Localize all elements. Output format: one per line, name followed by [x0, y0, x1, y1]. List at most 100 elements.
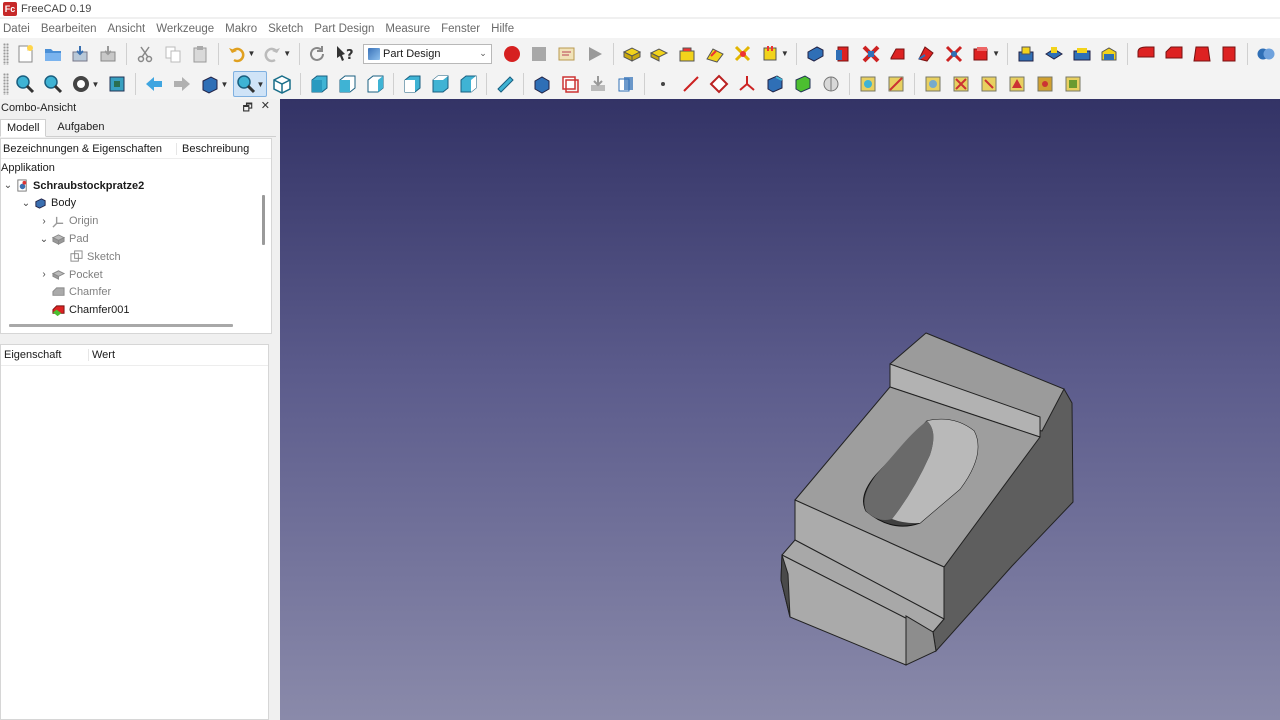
- measure-linear-icon[interactable]: [1060, 71, 1086, 97]
- left-view-icon[interactable]: [455, 71, 481, 97]
- save-icon[interactable]: [67, 41, 93, 67]
- menu-fenster[interactable]: Fenster: [440, 23, 486, 35]
- fillet-icon[interactable]: [1133, 41, 1159, 67]
- macro-stop-icon[interactable]: [527, 41, 553, 67]
- tree-item-origin[interactable]: › Origin: [1, 212, 271, 230]
- chevron-down-icon[interactable]: ▼: [257, 80, 265, 89]
- toolbar-grip[interactable]: [3, 42, 9, 65]
- chevron-down-icon[interactable]: ⌄: [1, 180, 15, 191]
- sketch-create-icon[interactable]: [619, 41, 645, 67]
- measure-distance-icon[interactable]: [492, 71, 518, 97]
- pipe-icon[interactable]: [913, 41, 939, 67]
- measure-angular-icon[interactable]: [883, 71, 909, 97]
- float-panel-icon[interactable]: 🗗: [242, 99, 252, 118]
- tab-aufgaben[interactable]: Aufgaben: [50, 118, 111, 136]
- menu-makro[interactable]: Makro: [224, 23, 263, 35]
- redo-icon[interactable]: ▼: [260, 41, 294, 67]
- datum-point-icon[interactable]: [650, 71, 676, 97]
- property-view[interactable]: Eigenschaft Wert: [0, 344, 269, 720]
- tree-item-pad[interactable]: ⌄ Pad: [1, 230, 271, 248]
- boolean-icon[interactable]: [1253, 41, 1279, 67]
- chevron-right-icon[interactable]: ›: [37, 216, 51, 227]
- sketch-map-icon[interactable]: [730, 41, 756, 67]
- pocket-icon[interactable]: [1013, 41, 1039, 67]
- menu-part-design[interactable]: Part Design: [313, 23, 380, 35]
- menu-bearbeiten[interactable]: Bearbeiten: [40, 23, 103, 35]
- nav-back-icon[interactable]: [141, 71, 167, 97]
- bounding-box-icon[interactable]: [104, 71, 130, 97]
- measure-toggle-3d-icon[interactable]: [976, 71, 1002, 97]
- tree-item-pocket[interactable]: › Pocket: [1, 266, 271, 284]
- datum-plane-icon[interactable]: [706, 71, 732, 97]
- whats-this-icon[interactable]: ?: [332, 41, 358, 67]
- check-geometry-icon[interactable]: [855, 71, 881, 97]
- close-panel-icon[interactable]: ✕: [261, 99, 270, 118]
- chevron-down-icon[interactable]: ▼: [248, 49, 256, 58]
- sketch-attach-icon[interactable]: [674, 41, 700, 67]
- fit-all-icon[interactable]: [12, 71, 38, 97]
- clone-icon[interactable]: [557, 71, 583, 97]
- sketch-plane-icon[interactable]: ▼: [758, 41, 792, 67]
- hole-icon[interactable]: [1041, 41, 1067, 67]
- cut-icon[interactable]: [132, 41, 158, 67]
- refresh-icon[interactable]: [304, 41, 330, 67]
- mirrored-icon[interactable]: [818, 71, 844, 97]
- macro-record-icon[interactable]: [499, 41, 525, 67]
- chevron-right-icon[interactable]: ›: [37, 269, 51, 280]
- measure-clear-icon[interactable]: [948, 71, 974, 97]
- chevron-down-icon[interactable]: ▼: [283, 49, 291, 58]
- chevron-down-icon[interactable]: ▼: [781, 49, 789, 58]
- toolbar-grip[interactable]: [3, 73, 9, 95]
- subtractive-loft-icon[interactable]: [1097, 41, 1123, 67]
- isometric-view-icon[interactable]: [269, 71, 295, 97]
- draw-style-icon[interactable]: ▼: [68, 71, 102, 97]
- measure-refresh-icon[interactable]: [920, 71, 946, 97]
- tree-column-description[interactable]: Beschreibung: [177, 143, 249, 155]
- tree-item-document[interactable]: ⌄ Schraubstockpratze2: [1, 177, 271, 195]
- property-column-name[interactable]: Eigenschaft: [1, 349, 89, 361]
- chevron-down-icon[interactable]: ⌄: [37, 234, 51, 245]
- sketch-edit-icon[interactable]: [647, 41, 673, 67]
- tree-column-labels[interactable]: Bezeichnungen & Eigenschaften: [1, 142, 177, 155]
- revolution-icon[interactable]: [858, 41, 884, 67]
- loft-icon[interactable]: [885, 41, 911, 67]
- chamfer-icon[interactable]: [1161, 41, 1187, 67]
- additive-primitive-icon[interactable]: ▼: [969, 41, 1003, 67]
- copy-icon[interactable]: [160, 41, 186, 67]
- measure-toggle-delta-icon[interactable]: [1004, 71, 1030, 97]
- front-view-icon[interactable]: [306, 71, 332, 97]
- menu-measure[interactable]: Measure: [384, 23, 436, 35]
- macro-edit-icon[interactable]: [554, 41, 580, 67]
- sub-shape-binder-icon[interactable]: [762, 71, 788, 97]
- menu-werkzeuge[interactable]: Werkzeuge: [155, 23, 220, 35]
- datum-line-icon[interactable]: [678, 71, 704, 97]
- part-compound-icon[interactable]: [613, 71, 639, 97]
- std-views-icon[interactable]: ▼: [197, 71, 231, 97]
- menu-ansicht[interactable]: Ansicht: [106, 23, 151, 35]
- tree-item-sketch[interactable]: Sketch: [1, 248, 271, 266]
- new-document-icon[interactable]: [12, 41, 38, 67]
- shape-binder-icon[interactable]: [529, 71, 555, 97]
- tree-horizontal-scrollbar[interactable]: [9, 324, 233, 327]
- paste-icon[interactable]: [187, 41, 213, 67]
- tree-item-body[interactable]: ⌄ Body: [1, 195, 271, 213]
- tree-vertical-scrollbar[interactable]: [262, 195, 265, 245]
- nav-forward-icon[interactable]: [169, 71, 195, 97]
- helix-icon[interactable]: [941, 41, 967, 67]
- undo-icon[interactable]: ▼: [224, 41, 258, 67]
- thickness-icon[interactable]: [1217, 41, 1243, 67]
- menu-sketch[interactable]: Sketch: [267, 23, 309, 35]
- sketch-validate-icon[interactable]: [702, 41, 728, 67]
- model-tree[interactable]: Bezeichnungen & Eigenschaften Beschreibu…: [0, 138, 272, 334]
- 3d-viewport[interactable]: [280, 99, 1280, 720]
- measure-toggle-all-icon[interactable]: [1032, 71, 1058, 97]
- open-folder-icon[interactable]: [40, 41, 66, 67]
- tree-item-chamfer001[interactable]: Chamfer001: [1, 301, 271, 319]
- fit-selection-icon[interactable]: [40, 71, 66, 97]
- tree-item-chamfer[interactable]: Chamfer: [1, 284, 271, 302]
- menu-datei[interactable]: Datei: [2, 23, 36, 35]
- menu-hilfe[interactable]: Hilfe: [490, 23, 520, 35]
- chevron-down-icon[interactable]: ▼: [221, 80, 229, 89]
- bottom-view-icon[interactable]: [427, 71, 453, 97]
- groove-icon[interactable]: [1069, 41, 1095, 67]
